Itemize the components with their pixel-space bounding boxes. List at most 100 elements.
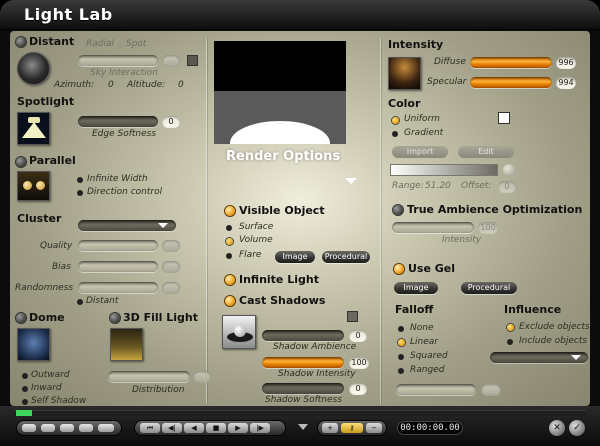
import-button[interactable]: Import — [392, 146, 448, 158]
close-icon[interactable]: ✕ — [549, 420, 565, 436]
use-gel-toggle[interactable] — [394, 264, 404, 274]
shadow-softness-value[interactable]: 0 — [349, 383, 367, 395]
radial-label: Radial — [86, 39, 114, 49]
timeline-playhead[interactable] — [16, 410, 32, 416]
falloff-range-value[interactable] — [481, 384, 501, 396]
tao-intensity-slider[interactable] — [392, 222, 474, 233]
view-button-4[interactable] — [79, 424, 93, 432]
shadow-ambience-value[interactable]: 0 — [349, 330, 367, 342]
fill-light-thumbnail[interactable] — [110, 328, 143, 361]
distribution-slider[interactable] — [108, 371, 190, 382]
remove-keyframe-icon[interactable]: − — [366, 423, 382, 433]
transport-menu-arrow-icon[interactable] — [298, 424, 308, 430]
sky-interaction-slider[interactable] — [78, 55, 158, 66]
distant-light-thumbnail[interactable] — [17, 52, 50, 85]
confirm-check-icon[interactable]: ✓ — [569, 420, 585, 436]
infinite-width-radio[interactable] — [77, 177, 83, 183]
edge-softness-value[interactable]: 0 — [162, 116, 180, 128]
gradient-stop-knob[interactable] — [503, 164, 515, 176]
gradient-radio[interactable] — [392, 131, 398, 137]
view-button-3[interactable] — [60, 424, 74, 432]
bias-slider[interactable] — [78, 261, 158, 272]
parallel-toggle[interactable] — [16, 157, 26, 167]
sky-interaction-value[interactable] — [162, 55, 180, 67]
surface-radio[interactable] — [226, 225, 232, 231]
flare-procedural-button[interactable]: Procedural — [322, 251, 370, 263]
spot-radio[interactable] — [118, 42, 124, 48]
edge-softness-slider[interactable] — [78, 116, 158, 127]
view-button-5[interactable] — [98, 424, 114, 432]
falloff-none-radio[interactable] — [398, 326, 404, 332]
spotlight-thumbnail[interactable] — [17, 112, 50, 145]
randomness-slider[interactable] — [78, 282, 158, 293]
gradient-bar[interactable] — [390, 164, 498, 176]
distant-toggle[interactable] — [16, 37, 26, 47]
falloff-linear-radio[interactable] — [398, 339, 405, 346]
diffuse-slider[interactable] — [470, 57, 552, 68]
sky-color-swatch[interactable] — [187, 55, 198, 66]
visible-object-toggle[interactable] — [225, 206, 235, 216]
radial-radio[interactable] — [78, 42, 84, 48]
tao-intensity-value[interactable]: 100 — [478, 222, 498, 234]
volume-radio[interactable] — [226, 238, 233, 245]
flare-radio[interactable] — [226, 253, 232, 259]
step-back-icon[interactable]: ◀| — [162, 423, 182, 433]
play-icon[interactable]: ▶ — [228, 423, 248, 433]
intensity-header: Intensity — [388, 38, 444, 51]
include-objects-radio[interactable] — [507, 339, 513, 345]
shadow-softness-slider[interactable] — [262, 383, 344, 394]
view-button-2[interactable] — [41, 424, 55, 432]
edit-button[interactable]: Edit — [458, 146, 514, 158]
falloff-ranged-radio[interactable] — [398, 368, 404, 374]
gel-procedural-button[interactable]: Procedural — [461, 282, 517, 294]
render-options-collapse-icon[interactable] — [345, 178, 357, 184]
offset-value[interactable]: 0 — [498, 181, 516, 193]
shadow-ambience-slider[interactable] — [262, 330, 344, 341]
exclude-objects-radio[interactable] — [507, 324, 514, 331]
self-shadow-radio[interactable] — [22, 399, 28, 405]
dome-toggle[interactable] — [16, 313, 26, 323]
go-to-start-icon[interactable]: ⏮ — [140, 423, 160, 433]
parallel-thumbnail[interactable] — [17, 171, 50, 201]
shadow-preview-thumbnail[interactable] — [222, 315, 256, 349]
outward-radio[interactable] — [22, 373, 28, 379]
uniform-radio[interactable] — [392, 117, 399, 124]
view-buttons-group[interactable] — [17, 421, 121, 435]
timeline-track[interactable] — [14, 410, 586, 416]
inward-radio[interactable] — [22, 386, 28, 392]
direction-control-radio[interactable] — [77, 190, 83, 196]
uniform-color-swatch[interactable] — [498, 112, 510, 124]
quality-slider[interactable] — [78, 240, 158, 251]
shadow-intensity-slider[interactable] — [262, 357, 344, 368]
gel-image-button[interactable]: Image — [394, 282, 438, 294]
falloff-range-slider[interactable] — [396, 384, 476, 395]
bias-value[interactable] — [162, 261, 180, 273]
keyframe-controls[interactable]: + ⚷ − — [318, 421, 386, 435]
specular-value[interactable]: 994 — [556, 77, 576, 89]
transport-controls[interactable]: ⏮ ◀| ◀ ■ ▶ |▶ — [135, 421, 285, 435]
quality-value[interactable] — [162, 240, 180, 252]
step-forward-icon[interactable]: |▶ — [250, 423, 270, 433]
play-reverse-icon[interactable]: ◀ — [184, 423, 204, 433]
shadow-intensity-value[interactable]: 100 — [349, 357, 369, 369]
tao-toggle[interactable] — [393, 205, 403, 215]
intensity-thumbnail[interactable] — [388, 57, 421, 90]
distribution-value[interactable] — [193, 371, 211, 383]
falloff-squared-radio[interactable] — [398, 354, 404, 360]
specular-slider[interactable] — [470, 77, 552, 88]
view-button-1[interactable] — [22, 424, 36, 432]
dome-thumbnail[interactable] — [17, 328, 50, 361]
shadow-color-swatch[interactable] — [347, 311, 358, 322]
gradient-label: Gradient — [404, 128, 444, 138]
diffuse-value[interactable]: 996 — [556, 57, 576, 69]
fill-light-toggle[interactable] — [110, 313, 120, 323]
title-bar[interactable]: Light Lab — [0, 0, 600, 30]
stop-icon[interactable]: ■ — [206, 423, 226, 433]
flare-image-button[interactable]: Image — [275, 251, 315, 263]
keyframe-key-icon[interactable]: ⚷ — [341, 423, 363, 433]
distant-option-radio[interactable] — [77, 299, 83, 305]
cast-shadows-toggle[interactable] — [225, 296, 235, 306]
randomness-value[interactable] — [162, 282, 180, 294]
infinite-light-toggle[interactable] — [225, 275, 235, 285]
add-keyframe-icon[interactable]: + — [322, 423, 338, 433]
